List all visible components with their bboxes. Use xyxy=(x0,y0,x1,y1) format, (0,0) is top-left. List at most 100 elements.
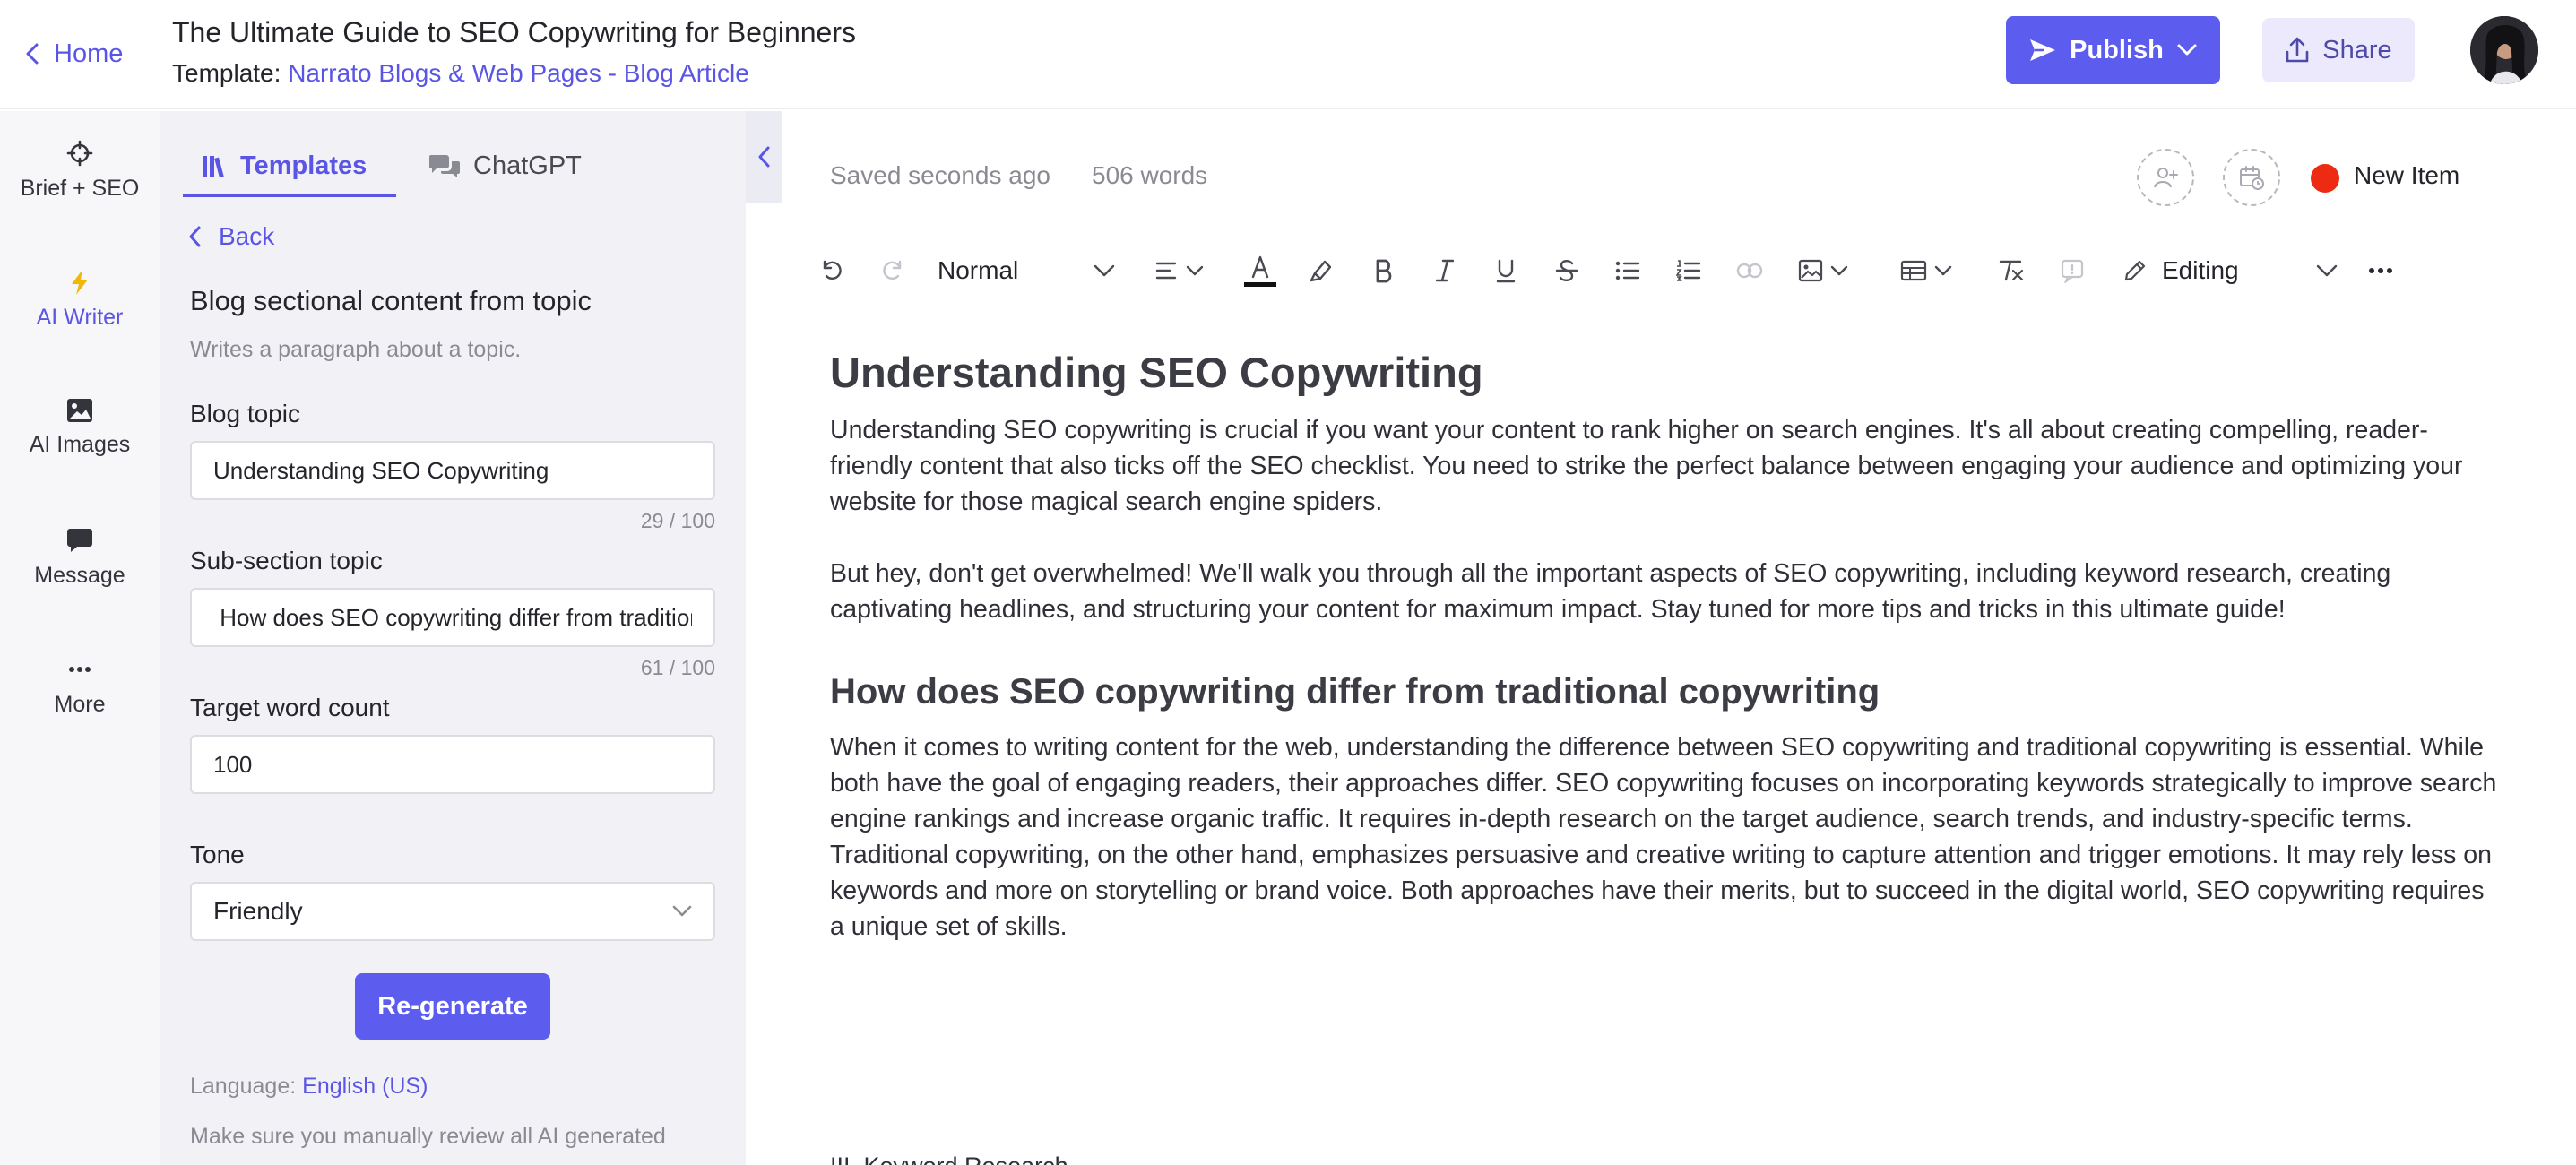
rail-item-ai-writer[interactable]: AI Writer xyxy=(0,269,160,331)
bold-icon xyxy=(1373,258,1395,283)
strikethrough-button[interactable] xyxy=(1549,244,1585,298)
numbered-list-icon xyxy=(1676,259,1701,282)
clear-format-icon xyxy=(1997,258,2026,283)
heading-section-1[interactable]: Understanding SEO Copywriting xyxy=(830,344,2497,401)
rail-label: More xyxy=(54,692,106,717)
language-setting: Language: English (US) xyxy=(190,1074,428,1100)
upload-icon xyxy=(2285,37,2310,64)
italic-button[interactable] xyxy=(1427,244,1463,298)
assign-user-button[interactable] xyxy=(2137,149,2194,206)
chevron-down-icon xyxy=(1934,265,1952,276)
saved-status: Saved seconds ago xyxy=(830,161,1050,189)
share-button[interactable]: Share xyxy=(2262,18,2415,82)
editing-mode-select[interactable]: Editing xyxy=(2122,244,2311,298)
more-dots-icon xyxy=(66,656,93,683)
undo-button[interactable] xyxy=(814,244,850,298)
align-left-icon xyxy=(1155,261,1179,280)
next-section-line[interactable]: III. Keyword Research xyxy=(830,1152,1068,1165)
chevron-down-icon xyxy=(672,905,692,918)
publish-button[interactable]: Publish xyxy=(2006,16,2220,84)
tone-label: Tone xyxy=(190,841,245,868)
library-icon xyxy=(201,152,228,179)
template-title: Blog sectional content from topic xyxy=(190,285,592,316)
user-avatar[interactable] xyxy=(2470,16,2538,84)
blog-topic-counter: 29 / 100 xyxy=(640,509,715,532)
more-dots-icon xyxy=(2368,267,2393,274)
link-icon xyxy=(1736,262,1763,280)
home-label: Home xyxy=(54,39,124,68)
regenerate-button[interactable]: Re-generate xyxy=(355,973,550,1040)
strikethrough-icon xyxy=(1555,258,1578,283)
rail-label: AI Images xyxy=(29,432,131,457)
item-status-label[interactable]: New Item xyxy=(2354,161,2459,190)
language-prefix: Language: xyxy=(190,1074,297,1099)
redo-icon xyxy=(880,258,905,283)
insert-image-button[interactable] xyxy=(1791,244,1855,298)
text-color-button[interactable] xyxy=(1242,244,1278,298)
chat-icon xyxy=(66,527,93,554)
heading-section-2[interactable]: How does SEO copywriting differ from tra… xyxy=(830,667,2497,717)
chevron-down-icon xyxy=(1094,264,1115,277)
back-button[interactable]: Back xyxy=(188,222,274,251)
collapse-panel-button[interactable] xyxy=(746,111,782,203)
bold-button[interactable] xyxy=(1366,244,1402,298)
numbered-list-button[interactable] xyxy=(1671,244,1707,298)
language-link[interactable]: English (US) xyxy=(302,1074,428,1099)
sub-section-input[interactable] xyxy=(190,588,715,647)
template-breadcrumb: Template: Narrato Blogs & Web Pages - Bl… xyxy=(172,59,749,88)
align-button[interactable] xyxy=(1147,244,1212,298)
block-style-dropdown[interactable] xyxy=(1088,244,1120,298)
underline-icon xyxy=(1495,258,1517,283)
rail-item-more[interactable]: More xyxy=(0,656,160,718)
chevron-down-icon xyxy=(2316,264,2338,277)
paragraph[interactable]: But hey, don't get overwhelmed! We'll wa… xyxy=(830,556,2497,627)
tab-label: Templates xyxy=(240,151,367,180)
share-label: Share xyxy=(2322,35,2392,65)
rail-item-message[interactable]: Message xyxy=(0,527,160,589)
paragraph[interactable]: Understanding SEO copywriting is crucial… xyxy=(830,412,2497,520)
comment-icon xyxy=(2060,258,2085,283)
template-name-link[interactable]: Narrato Blogs & Web Pages xyxy=(288,59,601,87)
more-options-button[interactable] xyxy=(2363,244,2399,298)
rail-label: Message xyxy=(34,563,125,588)
template-type-link[interactable]: Blog Article xyxy=(624,59,749,87)
redo-button[interactable] xyxy=(875,244,911,298)
table-icon xyxy=(1900,260,1927,281)
document-title[interactable]: The Ultimate Guide to SEO Copywriting fo… xyxy=(172,16,856,49)
template-description: Writes a paragraph about a topic. xyxy=(190,337,522,362)
insert-table-button[interactable] xyxy=(1893,244,1959,298)
tone-select[interactable]: Friendly xyxy=(190,882,715,941)
status-dot xyxy=(2311,164,2339,193)
tab-chatgpt[interactable]: ChatGPT xyxy=(428,134,582,197)
add-user-icon xyxy=(2152,164,2179,191)
schedule-button[interactable] xyxy=(2223,149,2280,206)
clear-format-button[interactable] xyxy=(1993,244,2029,298)
comment-button[interactable] xyxy=(2054,244,2090,298)
home-link[interactable]: Home xyxy=(25,34,123,73)
link-button[interactable] xyxy=(1732,244,1768,298)
template-prefix: Template: xyxy=(172,59,281,87)
text-color-icon xyxy=(1244,253,1276,289)
pencil-icon xyxy=(2122,258,2148,283)
highlight-button[interactable] xyxy=(1303,244,1339,298)
chevron-left-icon xyxy=(757,145,770,168)
rail-label: AI Writer xyxy=(36,305,124,330)
editing-mode-value: Editing xyxy=(2162,256,2239,284)
word-count-label: Target word count xyxy=(190,694,390,721)
bullet-list-button[interactable] xyxy=(1610,244,1646,298)
editing-mode-dropdown[interactable] xyxy=(2309,244,2345,298)
document-body[interactable]: Understanding SEO Copywriting Understand… xyxy=(830,344,2497,945)
paragraph[interactable]: When it comes to writing content for the… xyxy=(830,729,2497,945)
underline-button[interactable] xyxy=(1488,244,1524,298)
lightning-icon xyxy=(69,269,91,296)
word-count-input[interactable] xyxy=(190,735,715,794)
word-count: 506 words xyxy=(1092,161,1208,189)
rail-item-ai-images[interactable]: AI Images xyxy=(0,398,160,458)
blog-topic-input[interactable] xyxy=(190,441,715,500)
image-icon xyxy=(66,398,93,423)
back-label: Back xyxy=(219,222,275,250)
tab-templates[interactable]: Templates xyxy=(201,134,367,197)
send-icon xyxy=(2028,38,2057,63)
block-style-select[interactable]: Normal xyxy=(938,244,1036,298)
rail-item-brief-seo[interactable]: Brief + SEO xyxy=(0,140,160,202)
